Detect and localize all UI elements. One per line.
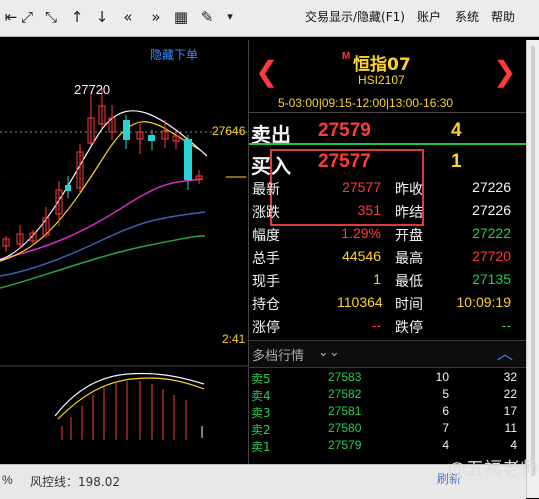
depth-title: 多档行情 <box>252 349 305 364</box>
depth-qty-right: 22 <box>503 387 517 401</box>
depth-side-label: 卖2 <box>251 423 271 437</box>
ask-volume: 4 <box>451 120 462 141</box>
quote-label-right: 跌停 <box>395 320 423 336</box>
depth-price[interactable]: 27581 <box>328 404 361 418</box>
chart-high-label: 27720 <box>74 82 111 97</box>
hide-order-link[interactable]: 隐藏下单 <box>150 46 198 63</box>
toolbar: ⇤ ⤢ ⤡ ↑ ↓ « » ▦ ✎ ▾ 交易显示/隐藏(F1) 账户 系统 帮助 <box>0 0 539 37</box>
menu-help[interactable]: 帮助 <box>491 8 515 25</box>
menu-system[interactable]: 系统 <box>455 8 479 25</box>
risk-line-text: 风控线：198.02 <box>30 475 120 489</box>
dropdown-icon[interactable]: ▾ <box>219 6 241 28</box>
menu-account[interactable]: 账户 <box>417 8 441 25</box>
quote-label-left: 幅度 <box>252 228 280 244</box>
double-left-icon[interactable]: « <box>117 6 139 28</box>
quote-label-right: 昨收 <box>395 182 423 198</box>
market-badge: M <box>342 51 351 62</box>
depth-qty-right: 4 <box>510 438 517 452</box>
ma-blue-line <box>0 211 206 277</box>
quote-label-left: 涨跌 <box>252 205 280 221</box>
quote-panel: ❮ ❯ M 恒指07 HSI2107 5-03:00|09:15-12:00|1… <box>248 40 527 464</box>
shrink-icon[interactable]: ⤡ <box>40 6 62 28</box>
quote-label-left: 最新 <box>252 182 280 198</box>
depth-price[interactable]: 27579 <box>328 438 361 452</box>
quote-value-right: 27226 <box>472 179 511 195</box>
status-bar: % 风控线：198.02 刷新 @五福老师 <box>0 459 538 499</box>
quote-label-left: 持仓 <box>252 297 280 313</box>
depth-side-label: 卖4 <box>251 389 271 403</box>
chart-price-label: 27646 <box>212 124 246 138</box>
candles <box>2 88 203 252</box>
depth-qty: 5 <box>442 387 449 401</box>
kline-chart <box>0 88 248 440</box>
trading-session: 5-03:00|09:15-12:00|13:00-16:30 <box>278 96 454 110</box>
depth-qty: 4 <box>442 438 449 452</box>
ask-price[interactable]: 27579 <box>318 120 371 142</box>
scrollbar-track[interactable] <box>531 46 535 476</box>
symbol-name: 恒指07 <box>353 55 411 75</box>
kline-chart-panel[interactable]: 27720 27646 2:41 <box>0 40 248 464</box>
depth-price[interactable]: 27582 <box>328 387 361 401</box>
right-scrollbar[interactable] <box>526 40 539 498</box>
quote-value-right: 27720 <box>472 248 511 264</box>
session-divider <box>249 112 527 113</box>
quote-label-right: 昨结 <box>395 205 423 221</box>
symbol-code: HSI2107 <box>358 73 405 87</box>
quote-label-right: 最低 <box>395 274 423 290</box>
quote-value-left: 351 <box>357 202 381 218</box>
depth-price[interactable]: 27583 <box>328 370 361 384</box>
collapse-icon[interactable]: ︿ <box>497 340 513 364</box>
depth-qty-right: 32 <box>503 370 517 384</box>
quote-label-right: 最高 <box>395 251 423 267</box>
depth-price[interactable]: 27580 <box>328 421 361 435</box>
ma-green-line <box>0 235 206 289</box>
quote-label-right: 时间 <box>395 297 423 313</box>
depth-side-label: 卖5 <box>251 372 271 386</box>
previous-contract-icon[interactable]: ❮ <box>255 58 278 86</box>
quote-value-left: 27577 <box>342 179 381 195</box>
next-contract-icon[interactable]: ❯ <box>493 58 516 86</box>
quote-label-left: 总手 <box>252 251 280 267</box>
depth-qty-right: 17 <box>503 404 517 418</box>
quote-value-right: 27226 <box>472 202 511 218</box>
down-arrow-icon[interactable]: ↓ <box>91 6 113 28</box>
depth-expand-icon[interactable]: ⌄⌄ <box>318 344 340 360</box>
quote-value-left: 44546 <box>342 248 381 264</box>
quote-value-right: 27222 <box>472 225 511 241</box>
status-left-text: % <box>2 473 13 487</box>
chart-time-label: 2:41 <box>222 332 246 346</box>
quote-value-left: 1 <box>373 271 381 287</box>
quote-value-right: 27135 <box>472 271 511 287</box>
pen-icon[interactable]: ✎ <box>196 6 218 28</box>
quote-value-left: 110364 <box>337 294 383 310</box>
depth-side-label: 卖3 <box>251 406 271 420</box>
depth-side-label: 卖1 <box>251 440 271 454</box>
quote-label-right: 开盘 <box>395 228 423 244</box>
quote-label-left: 涨停 <box>252 320 280 336</box>
depth-qty: 10 <box>435 370 449 384</box>
up-arrow-icon[interactable]: ↑ <box>66 6 88 28</box>
quote-value-right: 10:09:19 <box>456 294 512 310</box>
depth-qty: 7 <box>442 421 449 435</box>
quote-value-right: -- <box>501 317 511 333</box>
quote-value-left: -- <box>371 317 381 333</box>
double-right-icon[interactable]: » <box>145 6 167 28</box>
quote-label-left: 现手 <box>252 274 280 290</box>
quote-value-left: 1.29% <box>341 225 381 241</box>
ask-bid-divider <box>249 143 527 145</box>
resize-icon[interactable]: ⤢ <box>16 6 38 28</box>
depth-qty: 6 <box>442 404 449 418</box>
watermark-text: @五福老师 <box>448 459 538 480</box>
menu-trade-toggle[interactable]: 交易显示/隐藏(F1) <box>305 8 405 25</box>
depth-qty-right: 11 <box>504 421 517 435</box>
subchart-yellow-line <box>57 377 205 420</box>
grid-icon[interactable]: ▦ <box>170 6 192 28</box>
bid-volume: 1 <box>451 151 462 172</box>
